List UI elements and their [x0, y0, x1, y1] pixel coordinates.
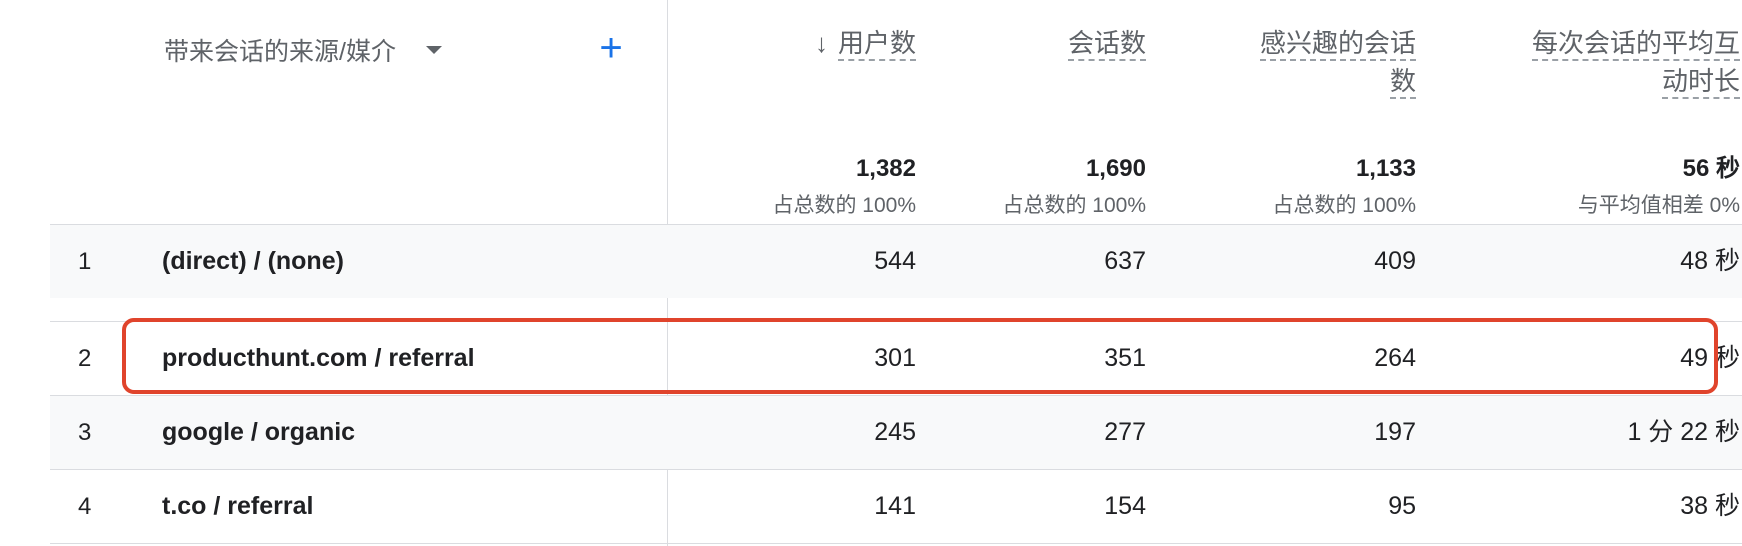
row-sessions: 637 — [1104, 247, 1146, 275]
row-source-medium: google / organic — [162, 418, 356, 446]
row-users: 141 — [874, 492, 916, 520]
total-note: 占总数的 100% — [1002, 194, 1146, 217]
row-source-medium: (direct) / (none) — [162, 247, 344, 275]
row-index: 1 — [78, 248, 92, 275]
metric-header-sessions[interactable]: 会话数 — [916, 24, 1146, 62]
row-users: 301 — [874, 344, 916, 372]
row-source-medium: t.co / referral — [162, 492, 314, 520]
sort-arrow-down-icon[interactable]: ↓ — [815, 24, 828, 62]
row-users: 245 — [874, 418, 916, 446]
report-table: 带来会话的来源/媒介 + ↓ 用户数 会话数 感兴趣的会话 数 每次会话的平均互 … — [50, 0, 1742, 546]
total-value: 1,382 — [855, 155, 916, 182]
table-row[interactable]: 1 (direct) / (none) 544 637 409 48 秒 — [50, 224, 1742, 298]
row-source-medium: producthunt.com / referral — [162, 344, 475, 372]
total-note: 占总数的 100% — [772, 194, 916, 217]
total-note: 与平均值相差 0% — [1577, 194, 1740, 217]
row-avg-engagement-time: 49 秒 — [1680, 344, 1740, 372]
row-engaged-sessions: 409 — [1374, 247, 1416, 275]
table-row[interactable]: 3 google / organic 245 277 197 1 分 22 秒 — [50, 395, 1742, 469]
dimension-header-label: 带来会话的来源/媒介 — [164, 38, 396, 66]
row-index: 4 — [78, 493, 92, 520]
dimension-header[interactable]: 带来会话的来源/媒介 — [164, 28, 442, 72]
metric-header-label-line-1: 每次会话的平均互 — [1531, 28, 1740, 61]
row-sessions: 154 — [1104, 492, 1146, 520]
total-users: 1,382 占总数的 100% — [667, 152, 916, 226]
row-sessions: 351 — [1104, 344, 1146, 372]
table-row[interactable]: 4 t.co / referral 141 154 95 38 秒 — [50, 469, 1742, 543]
total-value: 1,133 — [1355, 155, 1416, 182]
metric-header-label: 会话数 — [1067, 28, 1146, 61]
total-engaged-sessions: 1,133 占总数的 100% — [1146, 152, 1416, 226]
row-engaged-sessions: 95 — [1388, 492, 1416, 520]
row-index: 2 — [78, 345, 92, 372]
total-value: 56 秒 — [1682, 155, 1740, 182]
row-avg-engagement-time: 1 分 22 秒 — [1627, 418, 1740, 446]
table-row[interactable]: 2 producthunt.com / referral 301 351 264… — [50, 321, 1742, 395]
metric-header-label: 用户数 — [837, 28, 916, 61]
metric-header-users[interactable]: ↓ 用户数 — [667, 24, 916, 62]
total-sessions: 1,690 占总数的 100% — [916, 152, 1146, 226]
metric-header-label-line-2: 数 — [1389, 66, 1416, 99]
metric-header-label-line-2: 动时长 — [1661, 66, 1740, 99]
chevron-down-icon[interactable] — [425, 46, 442, 54]
total-avg-engagement-time: 56 秒 与平均值相差 0% — [1416, 152, 1740, 226]
metric-header-engaged-sessions[interactable]: 感兴趣的会话 数 — [1146, 24, 1416, 100]
row-engaged-sessions: 197 — [1374, 418, 1416, 446]
row-avg-engagement-time: 48 秒 — [1680, 247, 1740, 275]
row-avg-engagement-time: 38 秒 — [1680, 492, 1740, 520]
row-index: 3 — [78, 419, 92, 446]
row-engaged-sessions: 264 — [1374, 344, 1416, 372]
metric-header-avg-engagement-time[interactable]: 每次会话的平均互 动时长 — [1416, 24, 1740, 100]
row-sessions: 277 — [1104, 418, 1146, 446]
total-note: 占总数的 100% — [1272, 194, 1416, 217]
metric-header-label-line-1: 感兴趣的会话 — [1259, 28, 1416, 61]
row-users: 544 — [874, 247, 916, 275]
add-dimension-button[interactable]: + — [591, 22, 631, 74]
total-value: 1,690 — [1085, 155, 1146, 182]
table-bottom-border — [50, 543, 1742, 544]
